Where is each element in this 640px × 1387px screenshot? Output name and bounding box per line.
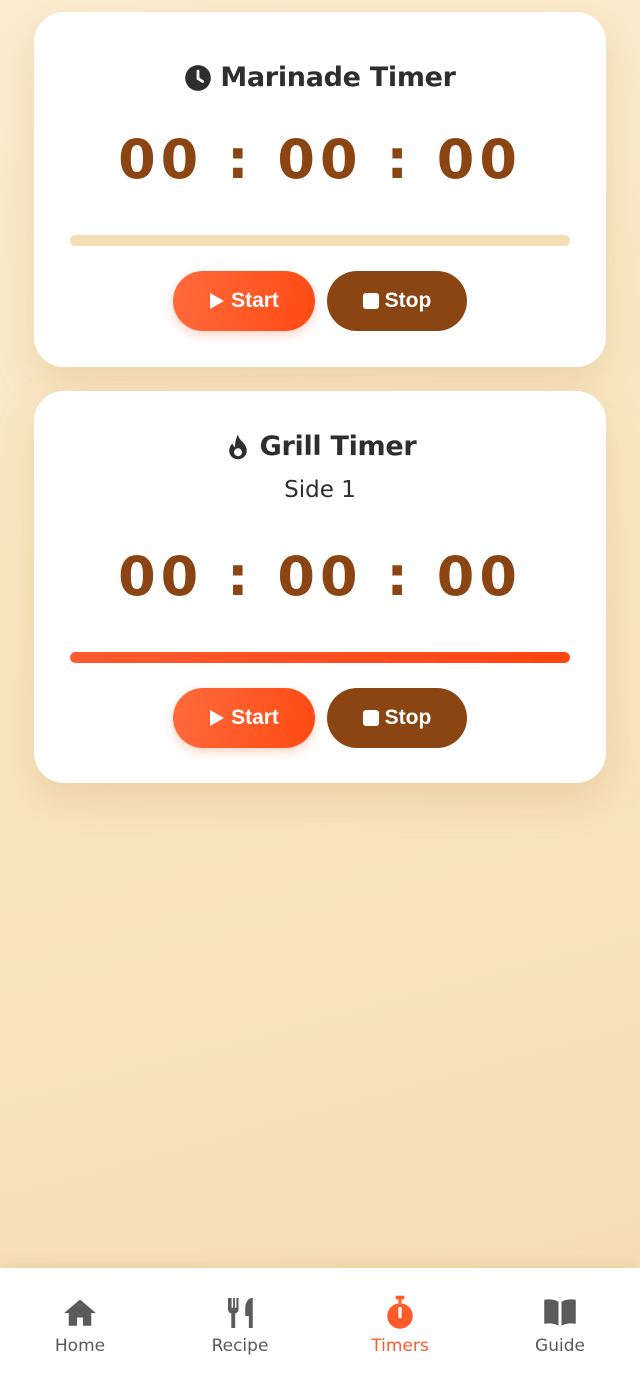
- nav-label-timers: Timers: [371, 1336, 429, 1356]
- grill-timer-title: Grill Timer: [259, 431, 417, 462]
- utensils-icon: [222, 1295, 258, 1331]
- nav-label-home: Home: [54, 1336, 106, 1356]
- play-icon: [209, 709, 225, 727]
- grill-start-label: Start: [231, 706, 279, 729]
- nav-item-timers[interactable]: Timers: [320, 1268, 480, 1387]
- marinade-timer-card: Marinade Timer 00 : 00 : 00 Start Stop: [34, 12, 606, 367]
- fire-icon: [224, 433, 252, 461]
- marinade-progress-bar: [70, 235, 570, 246]
- bottom-nav: Home Recipe Timers Guide: [0, 1268, 640, 1387]
- play-icon: [209, 292, 225, 310]
- stopwatch-icon: [382, 1295, 418, 1331]
- grill-progress-fill: [70, 652, 570, 663]
- grill-timer-display: 00 : 00 : 00: [118, 545, 522, 608]
- marinade-timer-title: Marinade Timer: [220, 62, 456, 93]
- book-icon: [542, 1295, 578, 1331]
- nav-item-guide[interactable]: Guide: [480, 1268, 640, 1387]
- marinade-start-label: Start: [231, 289, 279, 312]
- marinade-start-button[interactable]: Start: [173, 271, 315, 331]
- grill-controls: Start Stop: [34, 688, 606, 748]
- grill-start-button[interactable]: Start: [173, 688, 315, 748]
- stop-icon: [362, 710, 379, 726]
- grill-stop-button[interactable]: Stop: [327, 688, 467, 748]
- grill-stop-label: Stop: [384, 706, 432, 729]
- marinade-timer-display: 00 : 00 : 00: [118, 128, 522, 191]
- clock-icon: [184, 64, 212, 92]
- nav-label-recipe: Recipe: [211, 1336, 269, 1356]
- nav-label-guide: Guide: [535, 1336, 585, 1356]
- stop-icon: [362, 293, 379, 309]
- grill-timer-heading: Grill Timer: [34, 431, 606, 462]
- nav-item-recipe[interactable]: Recipe: [160, 1268, 320, 1387]
- grill-side-label: Side 1: [284, 477, 356, 503]
- grill-progress-bar: [70, 652, 570, 663]
- timers-screen: Marinade Timer 00 : 00 : 00 Start Stop G…: [0, 0, 640, 1268]
- marinade-stop-button[interactable]: Stop: [327, 271, 467, 331]
- grill-timer-card: Grill Timer Side 1 00 : 00 : 00 Start St…: [34, 391, 606, 783]
- marinade-controls: Start Stop: [34, 271, 606, 331]
- marinade-timer-heading: Marinade Timer: [34, 62, 606, 93]
- home-icon: [62, 1295, 98, 1331]
- nav-item-home[interactable]: Home: [0, 1268, 160, 1387]
- marinade-stop-label: Stop: [384, 289, 432, 312]
